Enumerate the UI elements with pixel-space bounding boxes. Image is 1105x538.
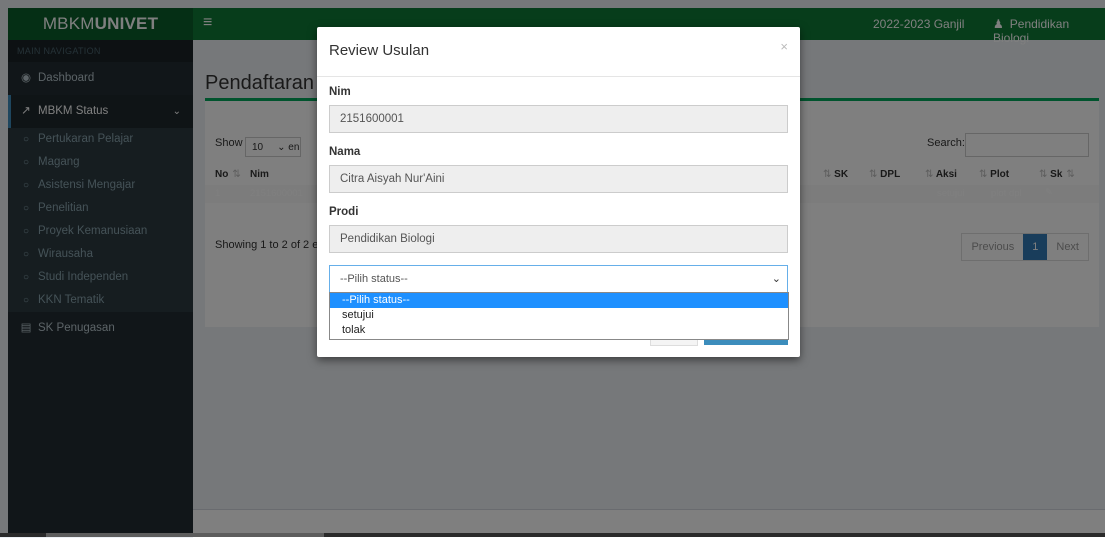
status-option-setujui[interactable]: setujui [330,308,788,323]
prodi-label: Prodi [329,206,359,218]
nim-label: Nim [329,86,351,98]
status-select[interactable]: --Pilih status-- ⌄ [329,265,788,293]
nama-field[interactable]: Citra Aisyah Nur'Aini [329,165,788,193]
status-option-placeholder[interactable]: --Pilih status-- [330,293,788,308]
nama-label: Nama [329,146,361,158]
close-icon[interactable]: × [780,39,788,54]
status-select-value: --Pilih status-- [340,273,408,285]
status-dropdown-list: --Pilih status-- setujui tolak [329,292,789,340]
chevron-down-icon: ⌄ [771,273,781,285]
modal-divider [317,76,800,77]
modal-title: Review Usulan [329,42,430,59]
status-option-tolak[interactable]: tolak [330,323,788,338]
nim-field[interactable]: 2151600001 [329,105,788,133]
prodi-field[interactable]: Pendidikan Biologi [329,225,788,253]
